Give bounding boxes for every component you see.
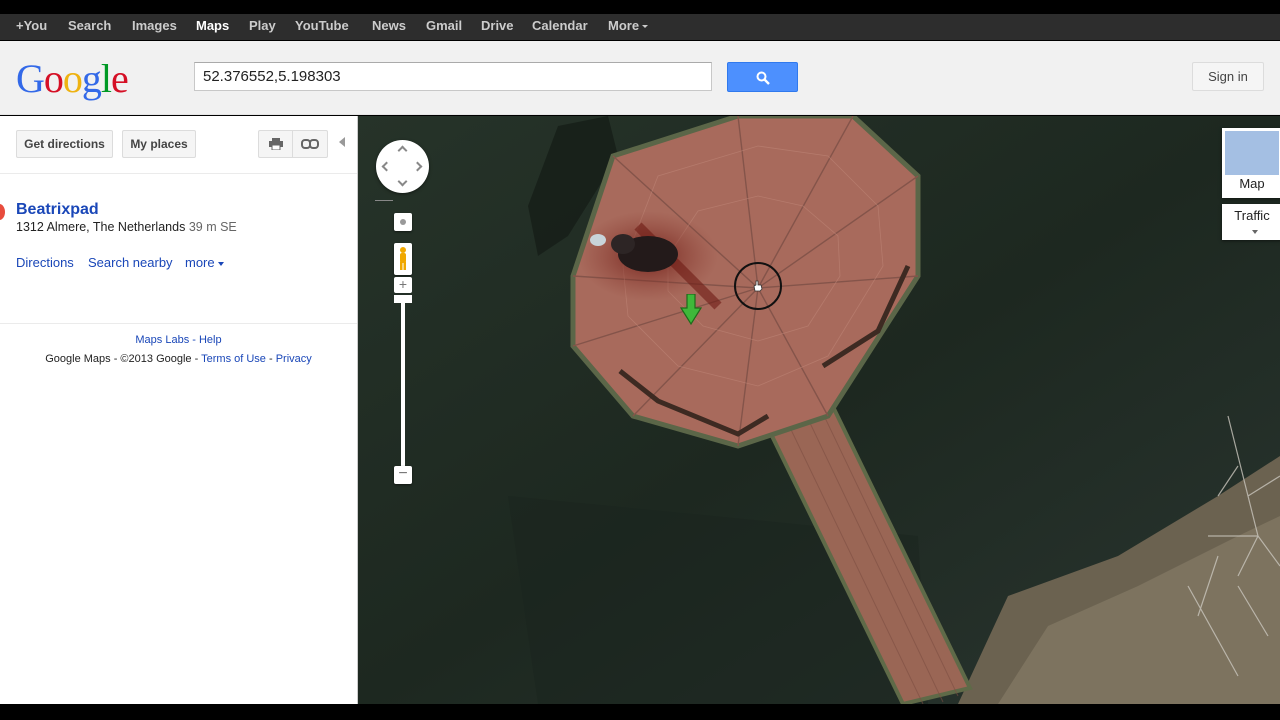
pan-down-icon[interactable] [397,176,408,187]
pan-left-icon[interactable] [381,161,392,172]
divider [0,173,357,174]
google-bar: +You Search Images Maps Play YouTube New… [0,0,1280,41]
zoom-slider-track[interactable] [401,303,405,471]
footer-links: Maps Labs - Help [135,334,222,346]
terms-link[interactable]: Terms of Use [201,353,266,365]
place-address: 1312 Almere, The Netherlands 39 m SE [16,220,237,234]
rotate-control[interactable] [394,213,412,231]
search-input[interactable] [194,62,712,91]
nav-news[interactable]: News [372,14,406,40]
header: Google Sign in [0,41,1280,115]
sign-in-button[interactable]: Sign in [1192,62,1264,91]
hand-cursor-icon [753,280,763,292]
chevron-down-icon [217,261,224,266]
map-canvas[interactable]: + − Map Traffic [358,116,1280,704]
privacy-link[interactable]: Privacy [276,353,312,365]
my-places-button[interactable]: My places [122,130,196,158]
place-distance: 39 m SE [188,220,237,234]
link-button[interactable] [292,130,328,158]
address-text: 1312 Almere, The Netherlands [16,220,186,234]
traffic-label: Traffic [1234,208,1270,223]
search-button[interactable] [727,62,798,92]
zoom-in-button[interactable]: + [394,277,412,293]
divider [0,323,357,324]
bottom-letterbox [0,704,1280,720]
left-panel: Get directions My places Beatrixpad 1312… [0,116,358,704]
nav-drive[interactable]: Drive [481,14,514,40]
map-type-button[interactable]: Map [1222,128,1280,198]
map-marker-icon [0,204,5,220]
help-link[interactable]: Help [199,334,222,346]
nav-images[interactable]: Images [132,14,177,40]
collapse-panel-icon[interactable] [339,137,345,147]
google-logo[interactable]: Google [16,55,129,102]
print-icon [268,138,283,151]
maps-labs-link[interactable]: Maps Labs [135,334,189,346]
nav-gmail[interactable]: Gmail [426,14,462,40]
copyright-text: Google Maps - ©2013 Google - [45,353,199,365]
pan-control[interactable] [376,140,429,193]
chevron-down-icon [1252,230,1258,234]
print-button[interactable] [258,130,293,158]
place-name[interactable]: Beatrixpad [16,201,99,219]
directions-link[interactable]: Directions [16,255,74,270]
nav-more[interactable]: More [608,14,649,40]
cursor-highlight-ring [734,262,782,310]
nav-search[interactable]: Search [68,14,111,40]
street-view-pegman-icon[interactable] [394,243,412,275]
map-type-label: Map [1239,176,1265,191]
location-arrow-icon [680,294,702,326]
nav-maps[interactable]: Maps [196,14,229,40]
zoom-out-button[interactable]: − [394,466,412,484]
nav-calendar[interactable]: Calendar [532,14,588,40]
pan-up-icon[interactable] [397,145,408,156]
nav-youtube[interactable]: YouTube [295,14,349,40]
chevron-down-icon [642,25,649,29]
more-label: more [185,255,215,270]
traffic-button[interactable]: Traffic [1222,204,1280,240]
search-icon [756,71,770,85]
map-thumbnail [1225,131,1279,175]
nav-you[interactable]: +You [16,14,47,40]
nav-play[interactable]: Play [249,14,276,40]
get-directions-button[interactable]: Get directions [16,130,113,158]
nav-more-label: More [608,18,640,33]
pan-right-icon[interactable] [412,161,423,172]
zoom-slider-handle[interactable] [394,295,412,303]
search-nearby-link[interactable]: Search nearby [88,255,173,270]
satellite-imagery [358,116,1280,704]
footer-copyright: Google Maps - ©2013 Google - Terms of Us… [45,353,312,365]
more-link[interactable]: more [185,255,224,270]
pegman-figure [400,247,406,270]
link-icon [301,139,319,149]
divider [375,200,393,201]
